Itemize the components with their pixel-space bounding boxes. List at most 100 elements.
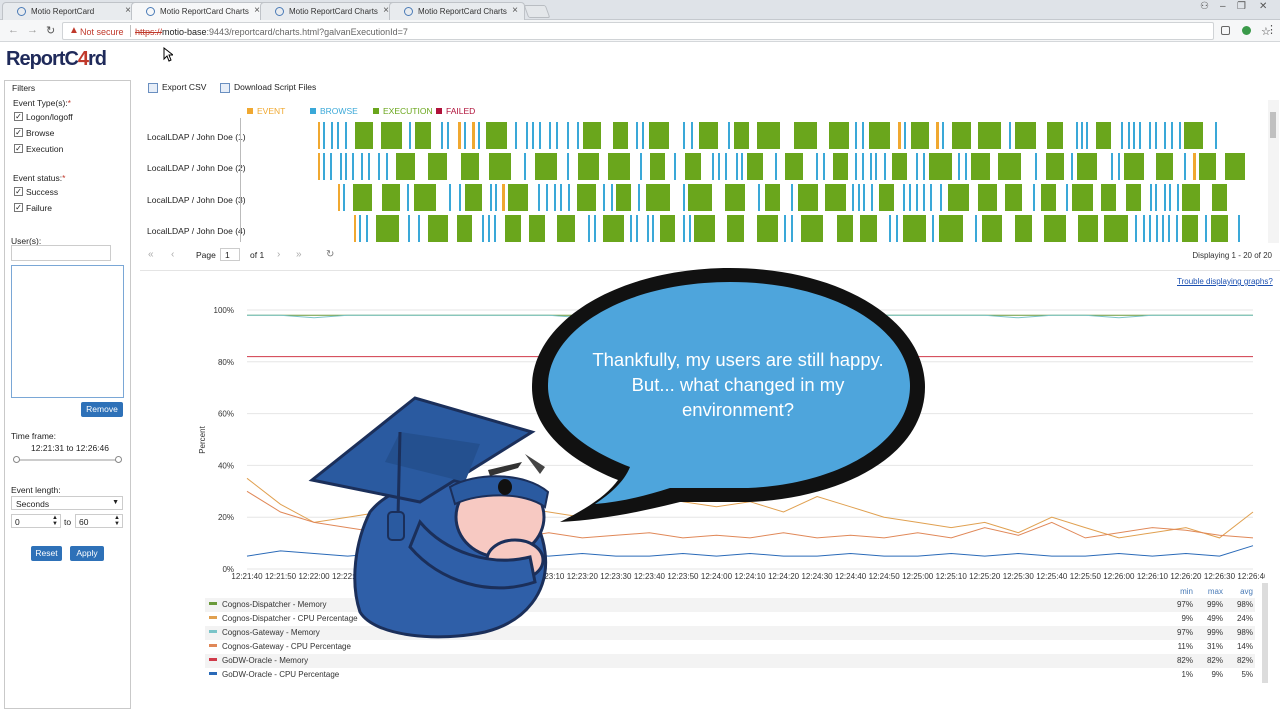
- failure-checkbox[interactable]: ✓: [14, 203, 23, 212]
- timeline-execution-mark[interactable]: [1124, 153, 1144, 180]
- timeline-browse-mark[interactable]: [875, 153, 877, 180]
- timeline-execution-mark[interactable]: [1126, 184, 1141, 211]
- browser-tab-4[interactable]: Motio ReportCard Charts ×: [389, 2, 525, 20]
- timeline-browse-mark[interactable]: [464, 122, 466, 149]
- timeline-browse-mark[interactable]: [758, 184, 760, 211]
- timeline-execution-mark[interactable]: [415, 122, 431, 149]
- timeline-execution-mark[interactable]: [583, 122, 601, 149]
- timeline-browse-mark[interactable]: [1177, 184, 1179, 211]
- timeline-execution-mark[interactable]: [801, 215, 823, 242]
- timeline-browse-mark[interactable]: [345, 122, 347, 149]
- timeline-browse-mark[interactable]: [1033, 184, 1035, 211]
- apply-button[interactable]: Apply: [70, 546, 104, 561]
- timeline-browse-mark[interactable]: [884, 153, 886, 180]
- reload-icon[interactable]: ↻: [46, 24, 55, 37]
- timeline-execution-mark[interactable]: [1046, 153, 1064, 180]
- export-csv-button[interactable]: Export CSV: [148, 82, 206, 96]
- timeline-execution-mark[interactable]: [529, 215, 545, 242]
- timeline-browse-mark[interactable]: [1176, 215, 1178, 242]
- timeline-browse-mark[interactable]: [603, 184, 605, 211]
- slider-end-handle[interactable]: [115, 456, 122, 463]
- timeline-execution-mark[interactable]: [508, 184, 528, 211]
- timeline-browse-mark[interactable]: [683, 184, 685, 211]
- timeline-browse-mark[interactable]: [1205, 215, 1207, 242]
- timeline-browse-mark[interactable]: [538, 184, 540, 211]
- timeline-scrollbar[interactable]: [1268, 100, 1279, 243]
- back-icon[interactable]: ←: [8, 24, 19, 36]
- restore-icon[interactable]: ❐: [1237, 1, 1246, 12]
- timeline-event-mark[interactable]: [472, 122, 475, 149]
- timeline-event-mark[interactable]: [338, 184, 340, 211]
- timeline-browse-mark[interactable]: [1081, 122, 1083, 149]
- chart-scrollbar[interactable]: [1262, 583, 1268, 683]
- timeline-browse-mark[interactable]: [532, 122, 534, 149]
- timeline-browse-mark[interactable]: [1121, 122, 1123, 149]
- timeline-execution-mark[interactable]: [646, 184, 670, 211]
- new-tab-button[interactable]: [523, 5, 551, 18]
- timeline-browse-mark[interactable]: [889, 215, 891, 242]
- timeline-browse-mark[interactable]: [526, 122, 528, 149]
- extension-icon[interactable]: [1242, 26, 1251, 35]
- timeline-browse-mark[interactable]: [870, 153, 872, 180]
- timeline-browse-mark[interactable]: [674, 153, 676, 180]
- timeline-execution-mark[interactable]: [489, 153, 511, 180]
- timeline-browse-mark[interactable]: [642, 122, 644, 149]
- timeline-browse-mark[interactable]: [495, 184, 497, 211]
- timeline-browse-mark[interactable]: [871, 184, 873, 211]
- timeline-browse-mark[interactable]: [741, 153, 743, 180]
- minimize-icon[interactable]: –: [1220, 1, 1226, 12]
- timeline-browse-mark[interactable]: [784, 215, 786, 242]
- timeline-execution-mark[interactable]: [1015, 215, 1032, 242]
- timeline-execution-mark[interactable]: [457, 215, 472, 242]
- timeline-execution-mark[interactable]: [1156, 153, 1173, 180]
- timeline-execution-mark[interactable]: [1225, 153, 1245, 180]
- timeline-execution-mark[interactable]: [1072, 184, 1093, 211]
- timeline-browse-mark[interactable]: [337, 122, 339, 149]
- timeline-browse-mark[interactable]: [862, 122, 864, 149]
- timeline-browse-mark[interactable]: [567, 122, 569, 149]
- stats-row[interactable]: GoDW-Oracle - CPU Percentage 1% 9% 5%: [205, 668, 1255, 682]
- timeline-execution-mark[interactable]: [794, 122, 817, 149]
- timeline-execution-mark[interactable]: [608, 153, 630, 180]
- timeline-browse-mark[interactable]: [791, 184, 793, 211]
- timeline-browse-mark[interactable]: [712, 153, 714, 180]
- timeline-browse-mark[interactable]: [1143, 215, 1145, 242]
- length-to-input[interactable]: 60 ▲ ▼: [75, 514, 123, 528]
- timeline-execution-mark[interactable]: [1096, 122, 1111, 149]
- timeline-event-mark[interactable]: [1193, 153, 1196, 180]
- timeline-browse-mark[interactable]: [1215, 122, 1217, 149]
- timeline-browse-mark[interactable]: [524, 153, 526, 180]
- timeline-execution-mark[interactable]: [869, 122, 890, 149]
- timeline-browse-mark[interactable]: [909, 184, 911, 211]
- timeline-browse-mark[interactable]: [1164, 122, 1166, 149]
- timeline-browse-mark[interactable]: [932, 215, 934, 242]
- timeline-browse-mark[interactable]: [916, 153, 918, 180]
- trouble-graphs-link[interactable]: Trouble displaying graphs?: [1177, 277, 1273, 286]
- timeline-browse-mark[interactable]: [1076, 122, 1078, 149]
- timeline-browse-mark[interactable]: [855, 153, 857, 180]
- timeline-browse-mark[interactable]: [594, 215, 596, 242]
- timeline-execution-mark[interactable]: [650, 153, 665, 180]
- timeline-browse-mark[interactable]: [488, 215, 490, 242]
- timeline-browse-mark[interactable]: [903, 184, 905, 211]
- timeline-execution-mark[interactable]: [1184, 122, 1203, 149]
- timeline-execution-mark[interactable]: [694, 215, 715, 242]
- timeline-browse-mark[interactable]: [896, 215, 898, 242]
- timeline-browse-mark[interactable]: [636, 122, 638, 149]
- execution-checkbox[interactable]: ✓: [14, 144, 23, 153]
- timeline-execution-mark[interactable]: [829, 122, 849, 149]
- timeline-browse-mark[interactable]: [409, 122, 411, 149]
- timeline-execution-mark[interactable]: [879, 184, 894, 211]
- timeline-browse-mark[interactable]: [323, 153, 325, 180]
- timeline-event-mark[interactable]: [458, 122, 461, 149]
- timeline-execution-mark[interactable]: [660, 215, 675, 242]
- timeline-execution-mark[interactable]: [699, 122, 718, 149]
- timeline-execution-mark[interactable]: [1078, 215, 1098, 242]
- timeline-browse-mark[interactable]: [640, 153, 642, 180]
- timeline-browse-mark[interactable]: [1168, 215, 1170, 242]
- timeline-browse-mark[interactable]: [791, 215, 793, 242]
- timeline-browse-mark[interactable]: [352, 153, 354, 180]
- timeline-execution-mark[interactable]: [535, 153, 557, 180]
- timeline-event-mark[interactable]: [502, 184, 505, 211]
- remove-button[interactable]: Remove: [81, 402, 123, 417]
